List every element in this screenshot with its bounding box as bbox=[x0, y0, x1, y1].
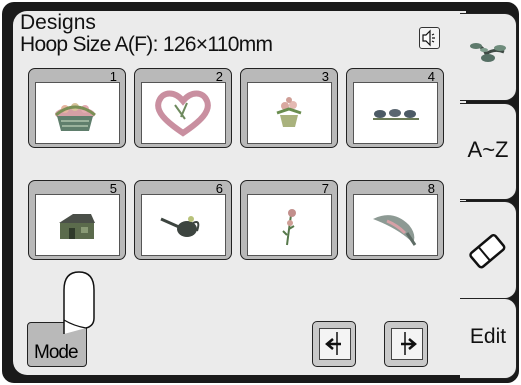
next-page-button[interactable] bbox=[384, 321, 428, 367]
design-tile-1[interactable]: 1 bbox=[28, 68, 126, 148]
tab-erase[interactable] bbox=[460, 201, 517, 299]
finger-pointer-icon bbox=[63, 271, 95, 334]
speaker-icon[interactable] bbox=[419, 27, 440, 49]
cottage-icon bbox=[59, 214, 95, 239]
page-forward-arrow-icon bbox=[401, 332, 417, 355]
hoop-size-label: Hoop Size A(F): 126×110mm bbox=[20, 33, 273, 56]
design-tile-6[interactable]: 6 bbox=[134, 180, 232, 260]
previous-page-button[interactable] bbox=[312, 321, 356, 367]
floral-pattern-icon bbox=[470, 43, 506, 62]
page-title: Designs bbox=[20, 11, 96, 34]
tab-designs[interactable] bbox=[460, 13, 517, 101]
tab-alphabet[interactable]: A~Z bbox=[460, 103, 517, 200]
watering-can-icon bbox=[160, 216, 200, 237]
single-flower-icon bbox=[282, 209, 296, 246]
page-back-arrow-icon bbox=[325, 332, 341, 355]
design-tile-3[interactable]: 3 bbox=[240, 68, 338, 148]
tab-edit-label: Edit bbox=[469, 325, 507, 348]
design-tile-2[interactable]: 2 bbox=[134, 68, 232, 148]
design-tile-4[interactable]: 4 bbox=[346, 68, 444, 148]
design-tile-8[interactable]: 8 bbox=[346, 180, 444, 260]
tab-edit[interactable]: Edit bbox=[460, 298, 517, 379]
eraser-icon bbox=[469, 234, 506, 269]
flower-basket-icon bbox=[55, 103, 96, 131]
design-tile-7[interactable]: 7 bbox=[240, 180, 338, 260]
heart-wreath-icon bbox=[155, 90, 211, 137]
design-tile-5[interactable]: 5 bbox=[28, 180, 126, 260]
birds-on-branch-icon bbox=[373, 109, 419, 120]
tab-alphabet-label: A~Z bbox=[467, 137, 509, 162]
sun-hat-icon bbox=[373, 215, 417, 246]
flower-pot-icon bbox=[276, 97, 302, 127]
mode-button-label: Mode bbox=[34, 342, 79, 363]
